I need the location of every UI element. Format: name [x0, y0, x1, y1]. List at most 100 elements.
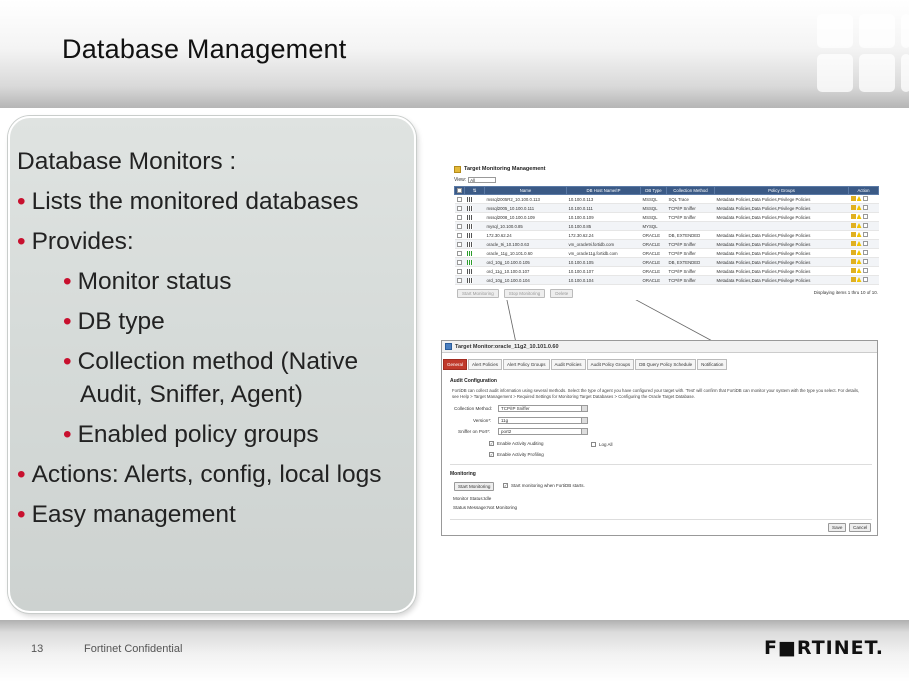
type-cell: ORACLE — [640, 275, 667, 285]
col-host[interactable]: DB Host Name/IP — [566, 186, 641, 195]
cancel-button[interactable]: Cancel — [849, 523, 872, 532]
alert-icon[interactable] — [856, 232, 862, 237]
edit-icon[interactable] — [850, 196, 856, 201]
row-select-cell[interactable] — [454, 194, 465, 204]
name-cell[interactable]: ord_10g_10.100.0.104 — [484, 275, 567, 285]
alert-icon[interactable] — [856, 223, 862, 228]
table-row[interactable]: 172.30.62.24 172.30.62.24 ORACLE DB, EXTEND… — [454, 230, 879, 240]
row-select-cell[interactable] — [454, 239, 465, 249]
row-select-cell[interactable] — [454, 230, 465, 240]
alert-icon[interactable] — [856, 259, 862, 264]
name-cell[interactable]: oracle_9i_10.100.0.63 — [484, 239, 567, 249]
collection-method-select[interactable]: TCP/IP Sniffer — [498, 405, 588, 412]
col-type[interactable]: DB Type — [640, 186, 667, 195]
version-select[interactable]: 11g — [498, 417, 588, 424]
log-icon[interactable] — [862, 214, 868, 219]
row-checkbox[interactable] — [456, 223, 462, 229]
log-icon[interactable] — [862, 205, 868, 210]
row-select-cell[interactable] — [454, 266, 465, 276]
tab-alert-policy-groups[interactable]: Alert Policy Groups — [503, 359, 550, 370]
name-cell[interactable]: mssql2008_10.100.0.109 — [484, 212, 567, 222]
row-select-cell[interactable] — [454, 203, 465, 213]
name-cell[interactable]: mssql2005_10.100.0.111 — [484, 203, 567, 213]
edit-icon[interactable] — [850, 241, 856, 246]
edit-icon[interactable] — [850, 268, 856, 273]
log-icon[interactable] — [862, 250, 868, 255]
table-row[interactable]: mssql2008_10.100.0.109 10.100.0.109 MSSQL T… — [454, 212, 879, 222]
enable-auditing-checkbox[interactable]: ✓ Enable Activity Auditing — [489, 441, 544, 446]
table-row[interactable]: mssql2005_10.100.0.111 10.100.0.111 MSSQL T… — [454, 203, 879, 213]
log-icon[interactable] — [862, 232, 868, 237]
alert-icon[interactable] — [856, 268, 862, 273]
row-checkbox[interactable] — [456, 241, 462, 247]
log-icon[interactable] — [862, 196, 868, 201]
tab-audit-policies[interactable]: Audit Policies — [550, 359, 586, 370]
col-groups[interactable]: Policy Groups — [714, 186, 849, 195]
alert-icon[interactable] — [856, 277, 862, 282]
row-select-cell[interactable] — [454, 212, 465, 222]
select-all-header[interactable] — [454, 186, 465, 195]
enable-profiling-checkbox[interactable]: ✓ Enable Activity Profiling — [489, 452, 544, 457]
col-name[interactable]: Name — [484, 186, 567, 195]
log-icon[interactable] — [862, 277, 868, 282]
start-monitoring-button[interactable]: Start Monitoring — [457, 289, 499, 298]
sniffer-port-value: port2 — [501, 429, 512, 434]
row-select-cell[interactable] — [454, 275, 465, 285]
col-method[interactable]: Collection Method — [666, 186, 715, 195]
table-row[interactable]: oracle_9i_10.100.0.63 vm_oracle9i.fortidb… — [454, 239, 879, 249]
table-row[interactable]: ord_10g_10.100.0.104 10.100.0.104 ORACLE TC… — [454, 275, 879, 285]
row-checkbox[interactable] — [456, 232, 462, 238]
row-select-cell[interactable] — [454, 221, 465, 231]
row-checkbox[interactable] — [456, 205, 462, 211]
table-row[interactable]: ord_10g_10.100.0.105 10.100.0.105 ORACLE DB… — [454, 257, 879, 267]
edit-icon[interactable] — [850, 205, 856, 210]
edit-icon[interactable] — [850, 214, 856, 219]
alert-icon[interactable] — [856, 205, 862, 210]
edit-icon[interactable] — [850, 232, 856, 237]
table-row[interactable]: mssql2005R2_10.100.0.113 10.100.0.113 MSSQ… — [454, 194, 879, 204]
edit-icon[interactable] — [850, 259, 856, 264]
row-checkbox[interactable] — [456, 196, 462, 202]
tab-notification[interactable]: Notification — [697, 359, 728, 370]
name-cell[interactable]: 172.30.62.24 — [484, 230, 567, 240]
name-cell[interactable]: oracle_11g_10.101.0.60 — [484, 248, 567, 258]
start-monitoring-button[interactable]: Start Monitoring — [454, 482, 495, 491]
alert-icon[interactable] — [856, 196, 862, 201]
table-row[interactable]: ord_11g_10.100.0.107 10.100.0.107 ORACLE TC… — [454, 266, 879, 276]
edit-icon[interactable] — [850, 250, 856, 255]
log-all-checkbox[interactable]: Log All — [591, 442, 613, 447]
name-cell[interactable]: ord_11g_10.100.0.107 — [484, 266, 567, 276]
row-checkbox[interactable] — [456, 259, 462, 265]
row-checkbox[interactable] — [456, 250, 462, 256]
edit-icon[interactable] — [850, 277, 856, 282]
view-select[interactable]: All — [468, 177, 497, 183]
alert-icon[interactable] — [856, 241, 862, 246]
tab-db-query-policy-schedule[interactable]: DB Query Policy Schedule — [635, 359, 697, 370]
name-cell[interactable]: mysql_10.100.0.85 — [484, 221, 567, 231]
tab-audit-policy-groups[interactable]: Audit Policy Groups — [586, 359, 635, 370]
select-all-checkbox[interactable] — [457, 188, 462, 194]
log-icon[interactable] — [862, 259, 868, 264]
tab-general[interactable]: General — [443, 359, 468, 370]
name-cell[interactable]: mssql2005R2_10.100.0.113 — [484, 194, 567, 204]
row-select-cell[interactable] — [454, 248, 465, 258]
tab-alert-policies[interactable]: Alert Policies — [468, 359, 503, 370]
log-icon[interactable] — [862, 268, 868, 273]
row-checkbox[interactable] — [456, 268, 462, 274]
delete-button[interactable]: Delete — [550, 289, 574, 298]
save-button[interactable]: Save — [828, 523, 847, 532]
sniffer-port-select[interactable]: port2 — [498, 428, 588, 435]
log-icon[interactable] — [862, 241, 868, 246]
name-cell[interactable]: ord_10g_10.100.0.105 — [484, 257, 567, 267]
row-checkbox[interactable] — [456, 277, 462, 283]
row-select-cell[interactable] — [454, 257, 465, 267]
edit-icon[interactable] — [850, 223, 856, 228]
stop-monitoring-button[interactable]: Stop Monitoring — [503, 289, 546, 298]
log-icon[interactable] — [862, 223, 868, 228]
row-checkbox[interactable] — [456, 214, 462, 220]
table-row[interactable]: oracle_11g_10.101.0.60 vm_oracle11g.forti… — [454, 248, 879, 258]
start-on-boot-checkbox[interactable]: ✓ Start monitoring when FortiDB starts. — [503, 483, 585, 488]
alert-icon[interactable] — [856, 250, 862, 255]
table-row[interactable]: mysql_10.100.0.85 10.100.0.85 MYSQL — [454, 221, 879, 231]
alert-icon[interactable] — [856, 214, 862, 219]
